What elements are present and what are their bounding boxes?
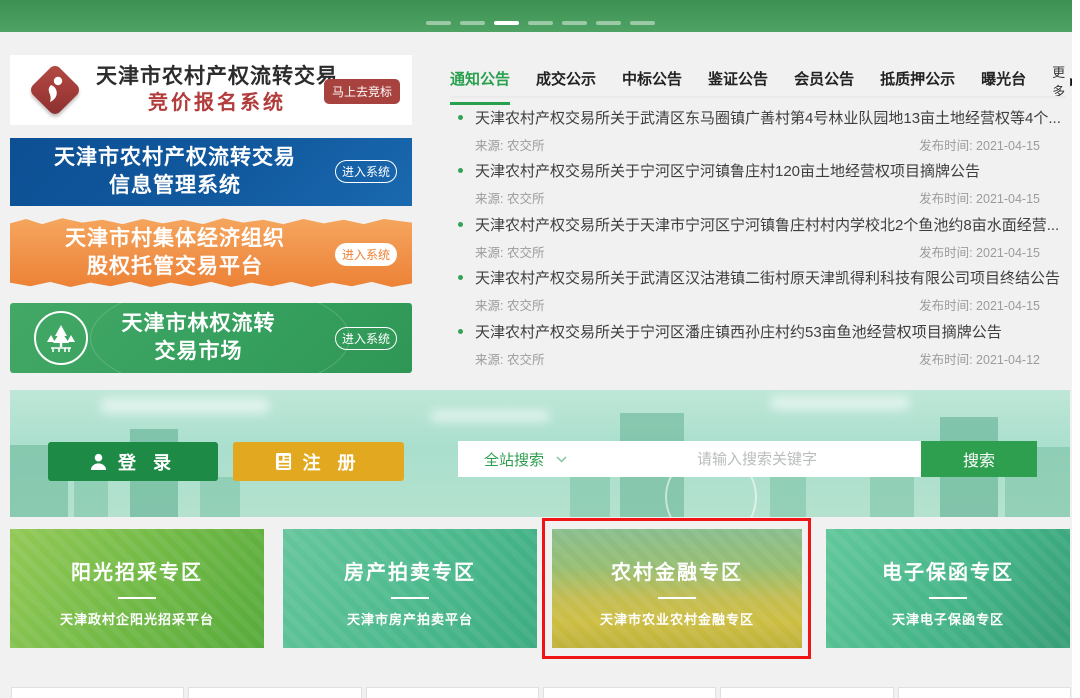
bottom-row-cell [898, 687, 1071, 698]
enter-system-button[interactable]: 进入系统 [335, 327, 397, 350]
register-doc-icon [275, 452, 292, 471]
banner-line: 股权托管交易平台 [10, 253, 340, 281]
notice-date: 发布时间: 2021-04-15 [919, 295, 1040, 314]
zone-divider [391, 597, 429, 599]
zone-divider [929, 597, 967, 599]
zone-title: 农村金融专区 [552, 556, 802, 585]
notice-source: 来源: 农交所 [475, 188, 544, 207]
bidding-system-title: 天津市农村产权流转交易 [96, 64, 338, 90]
notice-source: 来源: 农交所 [475, 295, 544, 314]
site-logo-icon [30, 65, 80, 115]
notice-tab[interactable]: 抵质押公示 [880, 68, 955, 105]
bidding-system-card: 天津市农村产权流转交易 竞价报名系统 马上去竞标 [10, 55, 412, 125]
bullet-icon [458, 115, 463, 120]
notice-date: 发布时间: 2021-04-15 [919, 135, 1040, 154]
more-label: 更多 [1052, 62, 1065, 100]
notice-tab[interactable]: 鉴证公告 [708, 68, 768, 105]
notice-title-link[interactable]: 天津农村产权交易所关于武清区汉沽港镇二街村原天津凯得利科技有限公司项目终结公告 [475, 267, 1060, 288]
register-button[interactable]: 注 册 [233, 442, 404, 481]
search-scope-select[interactable]: 全站搜索 [458, 441, 593, 477]
bottom-row-cell [543, 687, 716, 698]
zone-divider [658, 597, 696, 599]
carousel-dot[interactable] [596, 21, 621, 25]
zone-card[interactable]: 农村金融专区 天津市农业农村金融专区 [552, 529, 802, 648]
zone-subtitle: 天津市农业农村金融专区 [552, 609, 802, 628]
notice-list-item: 天津农村产权交易所关于武清区东马圈镇广善村第4号林业队园地13亩土地经营权等4个… [432, 104, 1066, 157]
banner-line: 天津市村集体经济组织 [10, 225, 340, 253]
notice-list: 天津农村产权交易所关于武清区东马圈镇广善村第4号林业队园地13亩土地经营权等4个… [432, 104, 1066, 371]
zone-subtitle: 天津市房产拍卖平台 [283, 609, 537, 628]
notice-title-link[interactable]: 天津农村产权交易所关于天津市宁河区宁河镇鲁庄村村内学校北2个鱼池约8亩水面经营.… [475, 214, 1059, 235]
notice-list-item: 天津农村产权交易所关于宁河区宁河镇鲁庄村120亩土地经营权项目摘牌公告 来源: … [432, 157, 1066, 210]
bottom-row-cell [188, 687, 361, 698]
bottom-row-cell [720, 687, 893, 698]
notice-title-link[interactable]: 天津农村产权交易所关于武清区东马圈镇广善村第4号林业队园地13亩土地经营权等4个… [475, 107, 1061, 128]
zone-subtitle: 天津电子保函专区 [826, 609, 1070, 628]
carousel-dot[interactable] [494, 21, 519, 25]
notice-list-item: 天津农村产权交易所关于宁河区潘庄镇西孙庄村约53亩鱼池经营权项目摘牌公告 来源:… [432, 318, 1066, 371]
bottom-row-cell [11, 687, 184, 698]
enter-system-button[interactable]: 进入系统 [335, 160, 397, 183]
notice-tab[interactable]: 会员公告 [794, 68, 854, 105]
equity-trusteeship-banner[interactable]: 天津市村集体经济组织 股权托管交易平台 进入系统 [10, 216, 412, 290]
carousel-dot[interactable] [426, 21, 451, 25]
carousel-dot[interactable] [630, 21, 655, 25]
zone-subtitle: 天津政村企阳光招采平台 [10, 609, 264, 628]
notice-source: 来源: 农交所 [475, 349, 544, 368]
carousel-dot[interactable] [562, 21, 587, 25]
notice-source: 来源: 农交所 [475, 242, 544, 261]
notice-title-link[interactable]: 天津农村产权交易所关于宁河区潘庄镇西孙庄村约53亩鱼池经营权项目摘牌公告 [475, 321, 1002, 342]
bottom-section-row [11, 687, 1071, 698]
forest-rights-market-banner[interactable]: 天津市林权流转 交易市场 进入系统 [10, 303, 412, 373]
zone-title: 电子保函专区 [826, 556, 1070, 585]
notice-tabs: 通知公告 成交公示 中标公告 鉴证公告 会员公告 抵质押公示 曝光台 更多 ▶ [432, 62, 1066, 110]
carousel-dot[interactable] [460, 21, 485, 25]
bottom-row-cell [366, 687, 539, 698]
carousel-top-bar [0, 0, 1072, 32]
notice-tab[interactable]: 曝光台 [981, 68, 1026, 105]
notice-date: 发布时间: 2021-04-15 [919, 242, 1040, 261]
notice-list-item: 天津农村产权交易所关于天津市宁河区宁河镇鲁庄村村内学校北2个鱼池约8亩水面经营.… [432, 211, 1066, 264]
carousel-dot[interactable] [528, 21, 553, 25]
notice-tab[interactable]: 中标公告 [622, 68, 682, 105]
notice-tab[interactable]: 通知公告 [450, 68, 510, 105]
enter-system-button[interactable]: 进入系统 [335, 243, 397, 266]
banner-line: 天津市农村产权流转交易 [10, 144, 340, 172]
login-button[interactable]: 登 录 [48, 442, 218, 481]
notice-list-item: 天津农村产权交易所关于武清区汉沽港镇二街村原天津凯得利科技有限公司项目终结公告 … [432, 264, 1066, 317]
bidding-system-subtitle: 竞价报名系统 [96, 91, 338, 116]
go-bid-button[interactable]: 马上去竞标 [324, 79, 400, 104]
notice-date: 发布时间: 2021-04-15 [919, 188, 1040, 207]
tree-icon [34, 311, 88, 365]
zone-card[interactable]: 房产拍卖专区 天津市房产拍卖平台 [283, 529, 537, 648]
zone-title: 阳光招采专区 [10, 556, 264, 585]
page: 天津市农村产权流转交易 竞价报名系统 马上去竞标 天津市农村产权流转交易 信息管… [0, 0, 1080, 698]
site-search: 全站搜索 搜索 [458, 441, 1037, 477]
search-input[interactable] [593, 441, 921, 477]
zone-card[interactable]: 阳光招采专区 天津政村企阳光招采平台 [10, 529, 264, 648]
search-scope-label: 全站搜索 [484, 449, 544, 470]
search-button[interactable]: 搜索 [921, 441, 1037, 477]
zone-title: 房产拍卖专区 [283, 556, 537, 585]
bullet-icon [458, 275, 463, 280]
chevron-down-icon [556, 456, 567, 463]
bullet-icon [458, 329, 463, 334]
zone-divider [118, 597, 156, 599]
zone-card[interactable]: 电子保函专区 天津电子保函专区 [826, 529, 1070, 648]
notice-tab[interactable]: 成交公示 [536, 68, 596, 105]
bullet-icon [458, 222, 463, 227]
user-icon [89, 452, 108, 471]
scrollbar-track[interactable] [1072, 0, 1080, 698]
hero-search-band: 登 录 注 册 全站搜索 搜索 [10, 390, 1070, 517]
notice-title-link[interactable]: 天津农村产权交易所关于宁河区宁河镇鲁庄村120亩土地经营权项目摘牌公告 [475, 160, 980, 181]
bullet-icon [458, 168, 463, 173]
login-label: 登 录 [118, 449, 177, 475]
notice-source: 来源: 农交所 [475, 135, 544, 154]
notice-date: 发布时间: 2021-04-12 [919, 349, 1040, 368]
info-management-system-banner[interactable]: 天津市农村产权流转交易 信息管理系统 进入系统 [10, 138, 412, 206]
banner-line: 信息管理系统 [10, 172, 340, 200]
register-label: 注 册 [302, 449, 361, 475]
carousel-dots [426, 21, 655, 25]
